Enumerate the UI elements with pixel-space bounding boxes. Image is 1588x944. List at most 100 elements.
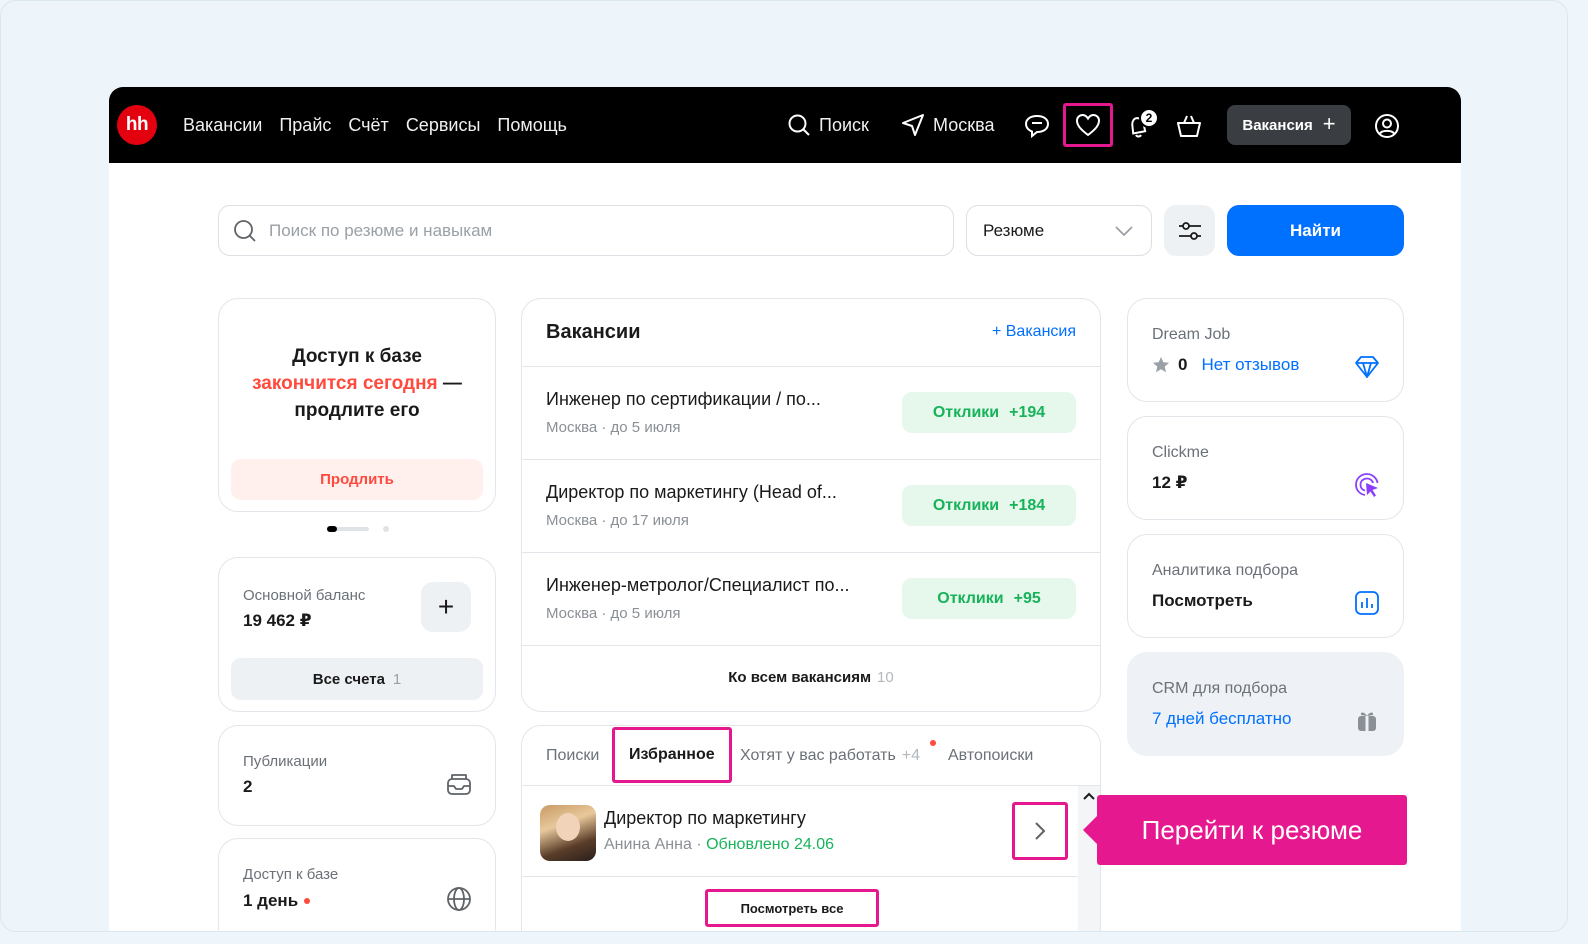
all-vacancies-link[interactable]: Ко всем вакансиям 10: [522, 669, 1100, 686]
dreamjob-card[interactable]: Dream Job 0 Нет отзывов: [1127, 298, 1404, 402]
main-nav: Вакансии Прайс Счёт Сервисы Помощь: [183, 87, 567, 163]
plus-icon: +: [1322, 110, 1336, 136]
all-vacancies-count: 10: [877, 669, 894, 686]
hh-logo[interactable]: hh: [117, 105, 157, 145]
notifications-button[interactable]: 2: [1115, 105, 1163, 147]
nav-item-vacancies[interactable]: Вакансии: [183, 115, 262, 136]
chat-button[interactable]: [1013, 105, 1061, 147]
all-vacancies-label: Ко всем вакансиям: [728, 669, 872, 686]
cart-button[interactable]: [1165, 105, 1213, 147]
bar-chart-icon: [1353, 589, 1381, 617]
dreamjob-rating-row: 0 Нет отзывов: [1152, 355, 1299, 375]
profile-button[interactable]: [1363, 105, 1411, 147]
user-avatar-icon: [1375, 114, 1399, 138]
base-access-value-row: 1 день: [243, 891, 311, 911]
responses-button[interactable]: Отклики +184: [902, 485, 1076, 526]
crm-card[interactable]: CRM для подбора 7 дней бесплатно: [1127, 652, 1404, 756]
vacancy-row[interactable]: Инженер-метролог/Специалист по... Москва…: [522, 553, 1100, 646]
location-arrow-icon: [902, 114, 924, 136]
vacancy-meta: Москва · до 5 июля: [546, 605, 681, 622]
favorite-resume-title[interactable]: Директор по маркетингу: [604, 808, 806, 829]
city-selector[interactable]: Москва: [901, 87, 994, 163]
search-type-select[interactable]: Резюме: [966, 205, 1152, 256]
analytics-label: Аналитика подбора: [1152, 562, 1299, 579]
star-icon: [1153, 357, 1169, 373]
vacancy-meta: Москва · до 5 июля: [546, 419, 681, 436]
balance-value: 19 462 ₽: [243, 611, 312, 630]
clickme-card[interactable]: Clickme 12 ₽: [1127, 416, 1404, 520]
chevron-right-icon: [1035, 822, 1046, 840]
tab-searches[interactable]: Поиски: [546, 726, 599, 786]
tab-want-to-work-count: +4: [901, 747, 921, 764]
balance-label: Основной баланс: [243, 587, 366, 604]
favorite-resume-row[interactable]: Директор по маркетингу Анина Анна · Обно…: [522, 786, 1078, 877]
responses-button[interactable]: Отклики +95: [902, 578, 1076, 619]
city-label: Москва: [933, 114, 995, 135]
tab-favorites[interactable]: Избранное: [612, 727, 732, 783]
create-vacancy-button[interactable]: Вакансия +: [1227, 105, 1351, 145]
vacancy-meta: Москва · до 17 июля: [546, 512, 689, 529]
view-all-button[interactable]: Посмотреть все: [705, 889, 879, 927]
tab-autosearches[interactable]: Автопоиски: [948, 726, 1033, 786]
find-button[interactable]: Найти: [1227, 205, 1404, 256]
candidate-name: Анина Анна: [604, 836, 692, 853]
analytics-value[interactable]: Посмотреть: [1152, 591, 1253, 611]
meta-separator: ·: [691, 836, 707, 853]
nav-item-services[interactable]: Сервисы: [406, 115, 481, 136]
analytics-card[interactable]: Аналитика подбора Посмотреть: [1127, 534, 1404, 638]
gift-icon: [1353, 707, 1381, 735]
sliders-icon: [1178, 221, 1201, 240]
publications-label: Публикации: [243, 753, 328, 770]
candidate-photo: [540, 805, 596, 861]
inbox-icon: [445, 770, 473, 798]
all-accounts-count: 1: [392, 670, 402, 688]
responses-label: Отклики: [932, 403, 1000, 421]
vacancies-header: Вакансии + Вакансия: [522, 299, 1100, 367]
vacancy-title[interactable]: Инженер по сертификации / по...: [546, 389, 821, 410]
search-icon: [788, 114, 810, 136]
favorites-button[interactable]: [1063, 103, 1113, 147]
vacancy-title[interactable]: Инженер-метролог/Специалист по...: [546, 575, 850, 596]
balance-card: Основной баланс 19 462 ₽ + Все счета 1: [218, 557, 496, 712]
base-access-promo-card: Доступ к базе закончится сегодня — продл…: [218, 298, 496, 512]
dreamjob-rating: 0: [1178, 355, 1188, 374]
carousel-dot[interactable]: [383, 526, 389, 532]
publications-card[interactable]: Публикации 2: [218, 725, 496, 826]
globe-icon: [445, 885, 473, 913]
carousel-indicator: [327, 526, 389, 532]
vacancies-card: Вакансии + Вакансия Инженер по сертифика…: [521, 298, 1101, 712]
nav-item-account[interactable]: Счёт: [348, 115, 388, 136]
open-resume-button[interactable]: [1012, 802, 1068, 860]
add-vacancy-link[interactable]: + Вакансия: [992, 323, 1076, 341]
filters-button[interactable]: [1164, 205, 1215, 256]
carousel-dot-active[interactable]: [327, 526, 369, 532]
crm-trial-link[interactable]: 7 дней бесплатно: [1152, 709, 1292, 729]
resume-search-input[interactable]: Поиск по резюме и навыкам: [218, 205, 954, 256]
crm-label: CRM для подбора: [1152, 680, 1288, 697]
tab-want-to-work[interactable]: Хотят у вас работать +4: [740, 726, 920, 786]
heart-icon: [1075, 113, 1101, 137]
favorite-resume-meta: Анина Анна · Обновлено 24.06: [604, 836, 834, 854]
nav-item-price[interactable]: Прайс: [279, 115, 331, 136]
promo-line3: продлите его: [294, 400, 420, 421]
vacancy-row[interactable]: Директор по маркетингу (Head of... Москв…: [522, 460, 1100, 553]
dreamjob-label: Dream Job: [1152, 326, 1231, 343]
promo-line1: Доступ к базе: [292, 346, 422, 367]
base-access-card[interactable]: Доступ к базе 1 день: [218, 838, 496, 931]
promo-line2: закончится сегодня —: [219, 370, 495, 397]
responses-count: +95: [1013, 589, 1041, 607]
top-up-button[interactable]: +: [421, 582, 471, 632]
search-type-value: Резюме: [983, 220, 1045, 240]
responses-button[interactable]: Отклики +194: [902, 392, 1076, 433]
responses-label: Отклики: [932, 496, 1000, 514]
vacancy-title[interactable]: Директор по маркетингу (Head of...: [546, 482, 837, 503]
nav-item-help[interactable]: Помощь: [497, 115, 567, 136]
extend-button[interactable]: Продлить: [231, 459, 483, 500]
chevron-down-icon: [1115, 225, 1133, 236]
vacancy-row[interactable]: Инженер по сертификации / по... Москва ·…: [522, 367, 1100, 460]
all-accounts-button[interactable]: Все счета 1: [231, 658, 483, 700]
header-search-button[interactable]: Поиск: [787, 87, 869, 163]
plus-icon: +: [437, 591, 455, 622]
create-vacancy-label: Вакансия: [1242, 116, 1313, 134]
dreamjob-reviews-link[interactable]: Нет отзывов: [1201, 355, 1299, 375]
